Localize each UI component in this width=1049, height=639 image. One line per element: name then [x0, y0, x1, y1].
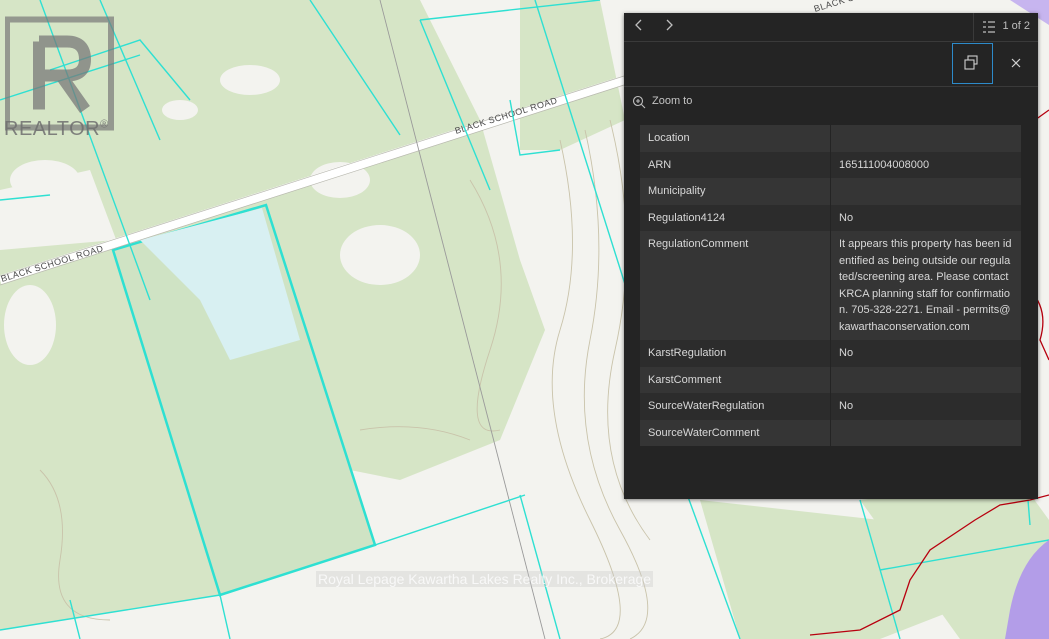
popup-header: 1 of 2: [624, 13, 1038, 42]
list-icon: [983, 21, 995, 33]
feature-count: 1 of 2: [1002, 20, 1030, 32]
zoom-to-label: Zoom to: [652, 95, 693, 107]
table-row: SourceWaterComment: [640, 419, 1021, 446]
zoom-to-action[interactable]: Zoom to: [624, 87, 1038, 115]
attribute-key: Regulation4124: [648, 211, 726, 224]
brokerage-watermark: Royal Lepage Kawartha Lakes Realty Inc.,…: [316, 571, 654, 587]
table-row: RegulationComment It appears this proper…: [640, 231, 1021, 340]
attribute-table: Location ARN 165111004008000 Municipalit…: [640, 125, 1021, 446]
table-row: Location: [640, 125, 1021, 152]
feature-list-button[interactable]: 1 of 2: [973, 13, 1038, 41]
attribute-value: No: [830, 204, 1021, 231]
attribute-value: [830, 125, 1021, 152]
attribute-value: No: [830, 340, 1021, 367]
previous-feature-button[interactable]: [632, 19, 646, 35]
attribute-value: [830, 419, 1021, 446]
close-icon: [1011, 58, 1021, 68]
attribute-value: No: [830, 393, 1021, 420]
table-row: KarstComment: [640, 366, 1021, 393]
zoom-in-icon: [632, 95, 646, 109]
next-feature-button[interactable]: [662, 19, 676, 35]
chevron-right-icon: [666, 19, 673, 31]
attribute-value: 165111004008000: [830, 151, 1021, 178]
attribute-value: [830, 366, 1021, 393]
attribute-key: SourceWaterComment: [648, 426, 760, 439]
attribute-key: SourceWaterRegulation: [648, 400, 765, 412]
attribute-key: RegulationComment: [648, 238, 749, 250]
table-row: SourceWaterRegulation No: [640, 393, 1021, 420]
table-row: ARN 165111004008000: [640, 151, 1021, 178]
close-button[interactable]: [996, 43, 1036, 85]
table-row: Regulation4124 No: [640, 204, 1021, 231]
attribute-key: ARN: [648, 158, 672, 171]
table-row: Municipality: [640, 178, 1021, 205]
attribute-key: Municipality: [648, 185, 706, 197]
popup-toolbar: [624, 42, 1038, 87]
attribute-value: [830, 178, 1021, 205]
attribute-key: Location: [648, 132, 690, 144]
attribute-key: KarstComment: [648, 373, 722, 386]
chevron-left-icon: [635, 19, 642, 31]
dock-icon: [964, 55, 978, 70]
realtor-logo-text: REALTOR®: [4, 118, 109, 140]
table-row: KarstRegulation No: [640, 340, 1021, 367]
attribute-value: It appears this property has been identi…: [830, 231, 1021, 340]
attribute-key: KarstRegulation: [648, 347, 727, 359]
dock-button[interactable]: [952, 43, 993, 84]
feature-popup: 1 of 2 Zoom to Location ARN 165111004008…: [624, 13, 1038, 499]
